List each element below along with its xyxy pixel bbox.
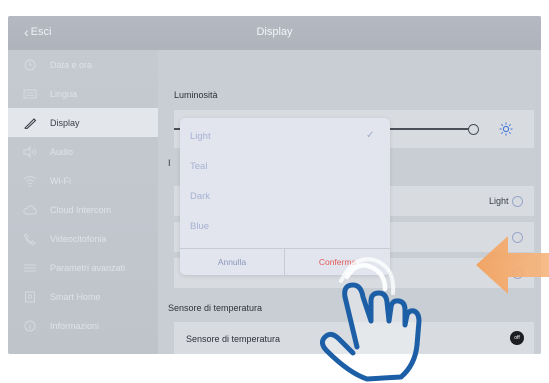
sidebar-item-lingua[interactable]: Lingua [8, 79, 158, 108]
cloud-icon [23, 205, 37, 214]
wifi-icon [23, 175, 37, 187]
option-light[interactable]: Light ✓ [180, 122, 390, 152]
sidebar-item-label: Parametri avanzati [50, 262, 126, 273]
sidebar-item-wifi[interactable]: Wi-Fi [8, 166, 158, 195]
option-label: Light [190, 131, 211, 142]
option-blue[interactable]: Blue [180, 212, 390, 242]
theme-value: Light [489, 196, 509, 206]
sidebar-item-label: Cloud Intercom [50, 204, 112, 215]
brightness-slider-knob[interactable] [468, 123, 479, 135]
title-bar: ‹ Esci Display [8, 16, 541, 50]
option-label: Dark [190, 191, 211, 202]
sidebar-item-label: Videocitofonia [50, 233, 107, 244]
pointer-arrow-icon [476, 236, 549, 294]
sidebar-item-informazioni[interactable]: Informazioni [8, 311, 158, 340]
device-screen: ‹ Esci Display Data e ora Lingua Display… [8, 16, 541, 354]
sidebar-item-label: Lingua [50, 88, 78, 99]
option-label: Blue [190, 221, 210, 232]
home-icon [25, 291, 35, 302]
chevron-right-icon[interactable] [512, 196, 523, 207]
temperature-row-label: Sensore di temperatura [186, 334, 281, 344]
partial-section-letter: I [168, 158, 171, 168]
phone-icon [23, 232, 36, 245]
pencil-icon [24, 117, 37, 129]
sidebar-item-videocitofonia[interactable]: Videocitofonia [8, 224, 158, 253]
sidebar-item-data-e-ora[interactable]: Data e ora [8, 50, 158, 79]
sidebar-item-label: Informazioni [50, 320, 100, 331]
checkmark-icon: ✓ [366, 130, 375, 141]
sidebar-item-label: Data e ora [50, 59, 93, 70]
theme-picker-dialog: Light ✓ Teal Dark Blue Annulla Conferma [180, 118, 390, 275]
cancel-button[interactable]: Annulla [180, 249, 285, 275]
clock-icon [24, 59, 36, 70]
tap-hand-icon [319, 257, 422, 382]
sidebar-item-parametri-avanzati[interactable]: Parametri avanzati [8, 253, 158, 282]
sidebar-item-smart-home[interactable]: Smart Home [8, 282, 158, 311]
brightness-label: Luminosità [174, 90, 218, 100]
speaker-icon [23, 145, 37, 158]
sidebar-item-label: Display [50, 117, 80, 128]
sun-icon [499, 122, 513, 136]
sidebar-item-cloud-intercom[interactable]: Cloud Intercom [8, 195, 158, 224]
sidebar-item-label: Wi-Fi [50, 175, 71, 186]
sidebar: Data e ora Lingua Display Audio Wi-Fi Cl… [8, 50, 158, 354]
sidebar-item-label: Audio [50, 146, 74, 157]
sidebar-item-label: Smart Home [50, 291, 101, 302]
info-icon [24, 320, 36, 331]
sliders-icon [24, 264, 36, 271]
option-label: Teal [190, 161, 208, 172]
option-teal[interactable]: Teal [180, 152, 390, 182]
option-dark[interactable]: Dark [180, 182, 390, 212]
temperature-toggle[interactable]: off [510, 331, 524, 345]
sidebar-item-audio[interactable]: Audio [8, 137, 158, 166]
page-title: Display [256, 26, 293, 38]
keyboard-icon [23, 89, 37, 98]
temperature-section-label: Sensore di temperatura [168, 303, 263, 313]
sidebar-item-display[interactable]: Display [8, 108, 158, 137]
